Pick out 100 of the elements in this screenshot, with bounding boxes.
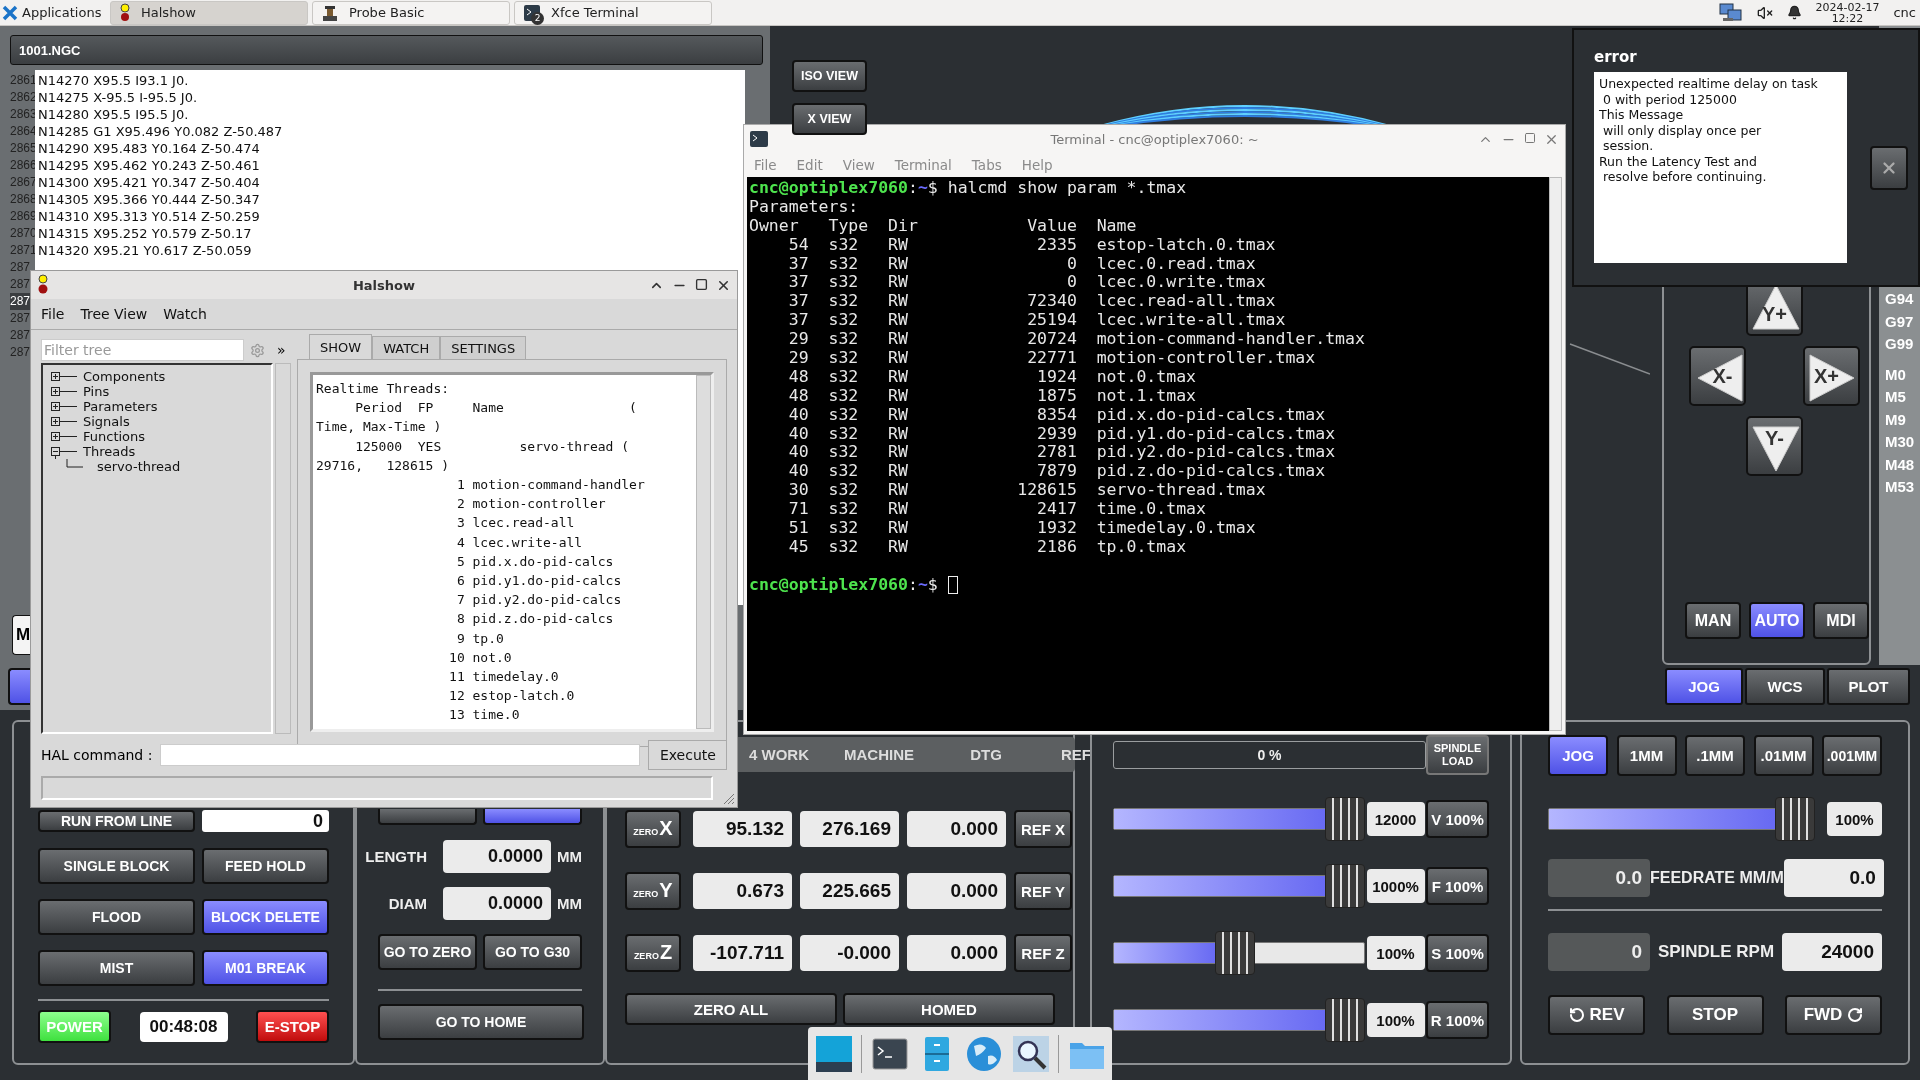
tree-item[interactable]: Parameters [83, 399, 158, 414]
search-icon[interactable] [1011, 1033, 1051, 1074]
feedrate-field[interactable]: 0.0 [1783, 859, 1884, 897]
view-tab[interactable]: JOG [1665, 668, 1743, 705]
execute-button[interactable]: Execute [648, 740, 728, 770]
slider[interactable] [1113, 797, 1365, 841]
ref-axis-button[interactable]: REF X [1014, 810, 1072, 848]
expand-icon[interactable] [49, 429, 79, 444]
tab[interactable]: SHOW [309, 334, 373, 359]
close-button[interactable] [1870, 145, 1908, 190]
toggle-button[interactable]: M01 BREAK [202, 950, 329, 986]
tree-item[interactable]: Threads [83, 444, 136, 459]
code-line[interactable]: N14280 X95.5 I95.5 J0. [38, 106, 745, 123]
increment-button[interactable]: 1MM [1616, 735, 1677, 776]
slider[interactable] [1113, 864, 1365, 908]
toggle-button[interactable]: SINGLE BLOCK [38, 848, 195, 884]
spindle-button[interactable]: REV [1548, 995, 1645, 1035]
code-line[interactable]: N14295 X95.462 Y0.243 Z-50.461 [38, 157, 745, 174]
toggle-button[interactable] [483, 809, 582, 825]
estop-button[interactable]: E-STOP [256, 1010, 329, 1043]
axis-arrow-button[interactable]: Y- [1746, 416, 1803, 476]
code-line[interactable]: N14300 X95.421 Y0.347 Z-50.404 [38, 174, 745, 191]
toggle-button[interactable]: FLOOD [38, 899, 195, 935]
axis-arrow-button[interactable]: X- [1689, 346, 1746, 406]
ref-axis-button[interactable]: REF Z [1014, 934, 1072, 972]
tab[interactable]: SETTINGS [440, 336, 527, 359]
scrollbar[interactable] [1549, 177, 1562, 731]
slider[interactable] [1113, 998, 1365, 1042]
code-line[interactable]: N14305 X95.366 Y0.444 Z-50.347 [38, 191, 745, 208]
collapse-icon[interactable] [49, 444, 79, 459]
go-to-zero-button[interactable]: GO TO ZERO [378, 934, 477, 970]
code-line[interactable]: N14320 X95.21 Y0.617 Z-50.059 [38, 242, 745, 259]
expand-icon[interactable] [49, 414, 79, 429]
resize-grip-icon[interactable] [721, 791, 735, 805]
expand-icon[interactable] [49, 399, 79, 414]
override-button[interactable]: V 100% [1426, 800, 1489, 838]
axis-arrow-button[interactable]: X+ [1803, 346, 1860, 406]
taskbar-button[interactable]: Halshow [110, 0, 308, 25]
code-line[interactable]: N14285 G1 X95.496 Y0.082 Z-50.487 [38, 123, 745, 140]
tree-item[interactable]: Signals [83, 414, 130, 429]
run-from-line-button[interactable]: RUN FROM LINE [38, 810, 195, 832]
slider-thumb[interactable] [1775, 797, 1815, 841]
menu-item[interactable]: Watch [163, 306, 207, 322]
taskbar-button[interactable]: Probe Basic [312, 0, 510, 25]
increment-button[interactable]: JOG [1548, 735, 1608, 776]
increment-button[interactable]: .1MM [1685, 735, 1745, 776]
scrollbar[interactable] [275, 363, 291, 734]
slider[interactable] [1548, 797, 1815, 841]
override-button[interactable]: R 100% [1426, 1001, 1489, 1039]
spindle-button[interactable]: FWD [1785, 995, 1882, 1035]
tab[interactable]: WATCH [372, 336, 441, 359]
toggle-button[interactable]: FEED HOLD [202, 848, 329, 884]
spindle-load-button[interactable]: SPINDLE LOAD [1426, 735, 1489, 775]
view-tab[interactable]: WCS [1745, 668, 1825, 705]
slider-thumb[interactable] [1214, 931, 1255, 975]
menu-item[interactable]: Tree View [80, 306, 148, 322]
maximize-icon[interactable] [695, 277, 708, 291]
go-to-home-button[interactable]: GO TO HOME [378, 1004, 584, 1040]
scrollbar[interactable] [696, 375, 711, 729]
mode-button[interactable]: MDI [1813, 602, 1869, 639]
zero-all-button[interactable]: ZERO ALL [625, 993, 837, 1025]
zero-axis-button[interactable]: ZERO Y [625, 872, 681, 910]
tree-item[interactable]: Pins [83, 384, 110, 399]
go-to-g30-button[interactable]: GO TO G30 [483, 934, 582, 970]
code-line[interactable]: N14315 X95.252 Y0.579 Z-50.17 [38, 225, 745, 242]
code-line[interactable]: N14275 X-95.5 I-95.5 J0. [38, 89, 745, 106]
value-field[interactable]: 0.0000 [443, 840, 551, 873]
expand-icon[interactable] [49, 369, 79, 384]
expand-toggle[interactable]: » [277, 342, 286, 358]
slider-thumb[interactable] [1325, 998, 1365, 1042]
ref-axis-button[interactable]: REF Y [1014, 872, 1072, 910]
taskbar-button[interactable]: 2 Xfce Terminal [514, 0, 712, 25]
applications-menu[interactable]: Applications [22, 5, 102, 20]
expand-icon[interactable] [49, 384, 79, 399]
view-button[interactable]: X VIEW [792, 103, 867, 135]
mode-button[interactable]: M [12, 615, 30, 655]
code-line[interactable]: N14270 X95.5 I93.1 J0. [38, 72, 745, 89]
homed-button[interactable]: HOMED [843, 993, 1055, 1025]
mode-button[interactable]: AUTO [1749, 602, 1805, 639]
zero-axis-button[interactable]: ZEROZ [625, 934, 681, 972]
bell-icon[interactable] [1786, 5, 1802, 20]
view-tab[interactable]: PLOT [1827, 668, 1910, 705]
menu-item[interactable]: File [41, 306, 65, 322]
value-field[interactable]: 0.0000 [443, 887, 551, 920]
mode-button[interactable] [8, 668, 30, 705]
mute-icon[interactable] [1756, 4, 1773, 21]
override-button[interactable]: F 100% [1426, 867, 1489, 905]
spindle-button[interactable]: STOP [1666, 995, 1764, 1035]
slider[interactable] [1113, 931, 1365, 975]
zero-axis-button[interactable]: ZEROX [625, 810, 681, 848]
increment-button[interactable]: .001MM [1822, 735, 1882, 776]
filter-field[interactable]: Filter tree [41, 339, 244, 361]
slider-thumb[interactable] [1325, 864, 1365, 908]
override-button[interactable]: S 100% [1426, 934, 1489, 972]
slider-thumb[interactable] [1325, 797, 1365, 841]
view-button[interactable]: ISO VIEW [792, 60, 867, 92]
network-icon[interactable] [1718, 2, 1743, 23]
command-field[interactable] [160, 744, 641, 766]
increment-button[interactable]: .01MM [1753, 735, 1814, 776]
tree-item[interactable]: Components [83, 369, 166, 384]
